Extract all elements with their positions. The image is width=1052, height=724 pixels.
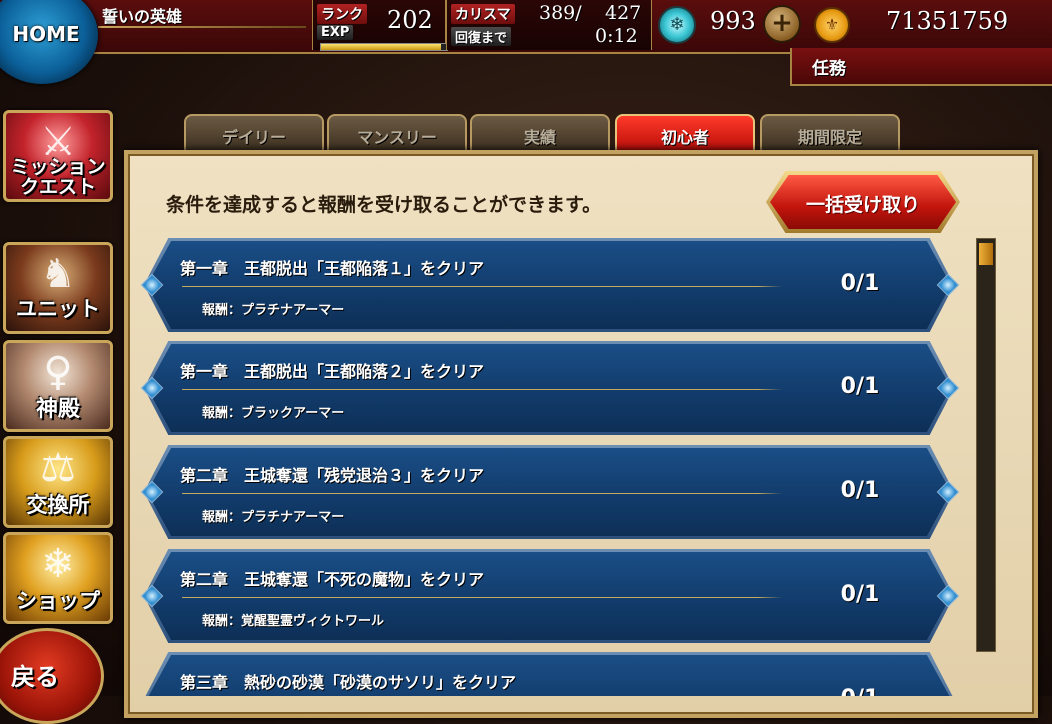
sidebar-item-shop[interactable]: ❄ ショップ [3,532,113,624]
sidebar-item-unit[interactable]: ♞ ユニット [3,242,113,334]
tab-label: 実績 [523,128,556,147]
sidebar-item-mission-quest[interactable]: ⚔ ミッション クエスト [3,110,113,202]
mission-title: 第一章 王都脱出「王都陥落２」をクリア [180,362,485,381]
scales-icon: ⚖ [40,445,76,491]
armored-knight-icon: ♞ [40,251,76,297]
tab-limited-time[interactable]: 期間限定 [760,114,900,154]
mission-title: 第一章 王都脱出「王都陥落１」をクリア [180,259,485,278]
sidebar-item-label: 神殿 [35,397,80,422]
crystal-icon: ❄ [41,541,75,587]
instruction-text: 条件を達成すると報酬を受け取ることができます。 [166,194,602,216]
sidebar-item-label: ショップ [16,589,100,613]
home-label[interactable]: HOME [6,22,86,46]
crystal-count: 993 [710,7,756,35]
tab-label: マンスリー [357,128,437,147]
divider [182,389,782,390]
name-underline [98,26,306,28]
recover-label: 回復まで [451,27,512,46]
mission-title: 第二章 王城奪還「残党退治３」をクリア [180,466,485,485]
tab-monthly[interactable]: マンスリー [327,114,467,154]
section-header: 任務 [790,48,1052,86]
sidebar-item-temple[interactable]: ♀ 神殿 [3,340,113,432]
mission-row[interactable]: 第一章 王都脱出「王都陥落２」をクリア 報酬：ブラックアーマー 0/1 [140,341,960,435]
tab-daily[interactable]: デイリー [184,114,324,154]
charisma-label: カリスマ [451,4,515,24]
scrollbar-thumb[interactable] [979,243,993,265]
divider [182,493,782,494]
mission-progress: 0/1 [840,478,880,503]
mission-reward: 報酬：プラチナアーマー [202,303,345,318]
tab-achievements[interactable]: 実績 [470,114,610,154]
mission-reward: 報酬：覚醒聖霊ヴィクトワール [202,614,385,629]
exp-bar [320,43,448,51]
divider [182,286,782,287]
exp-bar-fill [321,44,441,50]
sidebar-item-label: ユニット [16,297,100,321]
mission-title: 第三章 熱砂の砂漠「砂漠のサソリ」をクリア [180,673,517,692]
charisma-value: 389/ [539,2,582,24]
player-name: 誓いの英雄 [102,7,183,26]
mission-progress: 0/1 [824,686,896,696]
mission-progress: 0/1 [840,374,880,399]
add-crystal-button[interactable]: + [763,5,801,43]
mission-row[interactable]: 第二章 王城奪還「残党退治３」をクリア 報酬：プラチナアーマー 0/1 [140,445,960,539]
sidebar-item-label: ミッション クエスト [10,156,106,198]
tab-beginner[interactable]: 初心者 [615,114,755,154]
crystal-icon: ❄ [658,6,696,44]
gold-count: 71351759 [886,7,1009,35]
mission-progress: 0/1 [840,582,880,607]
section-title: 任務 [812,59,846,79]
mission-row[interactable]: 第三章 熱砂の砂漠「砂漠のサソリ」をクリア 0/1 [144,652,954,696]
mission-reward: 報酬：ブラックアーマー [202,406,345,421]
mission-title: 第二章 王城奪還「不死の魔物」をクリア [180,570,485,589]
goddess-icon: ♀ [43,349,73,395]
back-button[interactable]: 戻る [0,628,104,724]
rank-label: ランク [317,4,367,24]
gold-coin-icon: ⚜ [814,7,850,43]
tab-label: 初心者 [660,128,709,147]
back-label: 戻る [11,663,59,691]
sidebar-item-exchange[interactable]: ⚖ 交換所 [3,436,113,528]
charisma-max: 427 [605,2,642,24]
mission-row[interactable]: 第一章 王都脱出「王都陥落１」をクリア 報酬：プラチナアーマー 0/1 [140,238,960,332]
claim-all-button[interactable]: 一括受け取り [766,171,960,233]
tab-label: 期間限定 [797,128,862,147]
recover-time: 0:12 [595,25,638,47]
top-status-bar: 誓いの英雄 ランク EXP 202 カリスマ 回復まで 389/ 427 0:1… [0,0,1052,54]
sidebar-item-label: 交換所 [26,493,90,517]
claim-all-label: 一括受け取り [805,194,920,216]
divider [182,597,782,598]
mission-row[interactable]: 第二章 王城奪還「不死の魔物」をクリア 報酬：覚醒聖霊ヴィクトワール 0/1 [140,549,960,643]
tab-label: デイリー [221,128,286,147]
scrollbar[interactable] [976,238,996,652]
mission-reward: 報酬：プラチナアーマー [202,510,345,525]
exp-label: EXP [317,25,354,40]
mission-progress: 0/1 [840,271,880,296]
charisma-panel: カリスマ 回復まで 389/ 427 0:12 [446,0,652,50]
rank-value: 202 [387,6,433,34]
